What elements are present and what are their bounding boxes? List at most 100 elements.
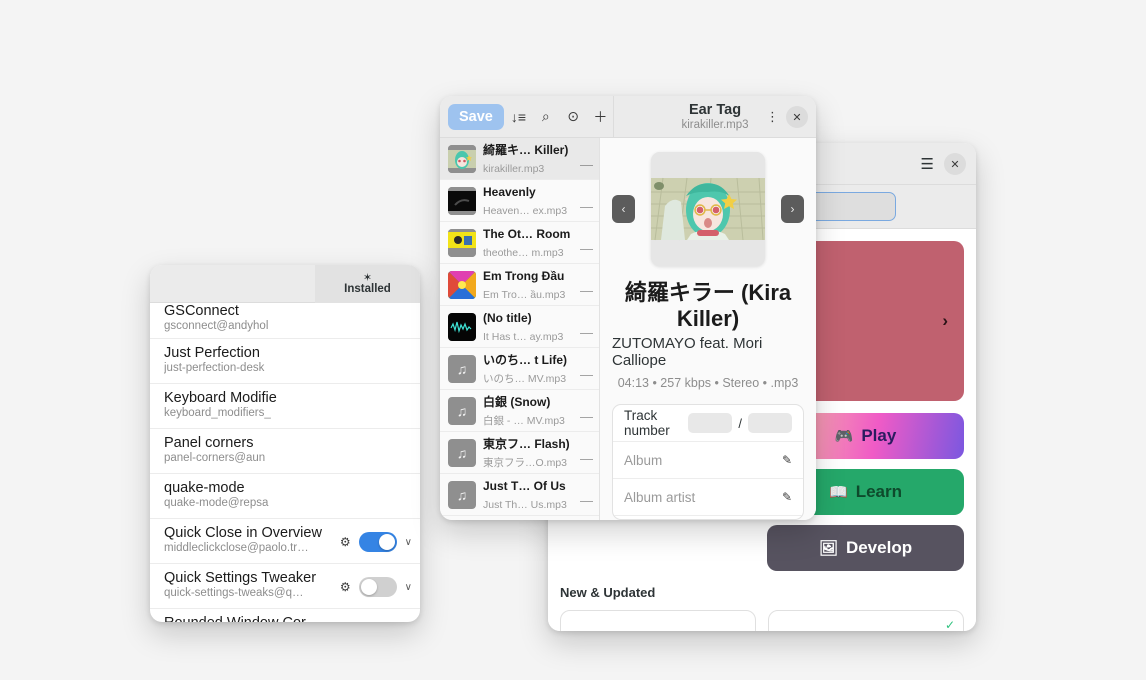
extension-controls: ⚙ ∨ xyxy=(340,577,412,597)
track-text: 綺羅キ… Killer) kirakiller.mp3 xyxy=(483,141,571,177)
track-list-item[interactable]: ♫ Just T… Of Us Just Th… Us.mp3 ＿ xyxy=(440,474,599,516)
track-list-item[interactable]: ♫ 白銀 (Snow) 白銀 - … MV.mp3 ＿ xyxy=(440,390,599,432)
close-icon[interactable]: ✕ xyxy=(944,153,966,175)
field-track-number[interactable]: Track number / xyxy=(613,405,803,442)
track-title: The Ot… Room xyxy=(483,226,571,241)
atlauncher-icon xyxy=(571,628,605,631)
extensions-list[interactable]: GSConnect gsconnect@andyhol Just Perfect… xyxy=(150,303,420,622)
field-genre[interactable]: Genre ✎ xyxy=(613,516,803,519)
search-icon[interactable]: ⌕ xyxy=(533,104,558,130)
track-filename: It Has t… ay.mp3 xyxy=(483,330,564,343)
track-list-item[interactable]: (No title) It Has t… ay.mp3 ＿ xyxy=(440,306,599,348)
music-note-icon: ♫ xyxy=(448,438,476,467)
extensions-window[interactable]: ✶ Installed GSConnect gsconnect@andyhol … xyxy=(150,265,420,622)
track-list-item[interactable]: ♫ 東京フ… Flash) 東京フラ…O.mp3 ＿ xyxy=(440,432,599,474)
gear-icon[interactable]: ⚙ xyxy=(340,535,351,549)
remove-track-icon[interactable]: ＿ xyxy=(578,275,593,294)
check-circle-icon[interactable]: ⊙ xyxy=(560,104,585,130)
extension-toggle[interactable] xyxy=(358,577,397,597)
music-note-icon: ♫ xyxy=(448,480,476,509)
extension-name: quake-mode xyxy=(164,480,245,496)
track-list[interactable]: 綺羅キ… Killer) kirakiller.mp3 ＿ Heavenly H… xyxy=(440,138,600,520)
eartag-header-buttons: ⋮ ✕ xyxy=(766,96,808,138)
remove-track-icon[interactable]: ＿ xyxy=(578,149,593,168)
app-card-grid: ATLauncher Adwaita Demo ✓ xyxy=(560,610,964,631)
extension-toggle[interactable] xyxy=(358,532,397,552)
chevron-down-icon[interactable]: ∨ xyxy=(405,582,412,593)
app-card-adwaita-demo[interactable]: Adwaita Demo ✓ xyxy=(768,610,964,631)
track-title: 綺羅キ… Killer) xyxy=(483,142,569,157)
hamburger-menu-icon[interactable]: ☰ xyxy=(921,155,934,173)
remove-track-icon[interactable]: ＿ xyxy=(578,191,593,210)
list-item[interactable]: quake-mode quake-mode@repsa xyxy=(150,474,420,519)
eartag-body: 綺羅キ… Killer) kirakiller.mp3 ＿ Heavenly H… xyxy=(440,138,816,520)
toggle-knob xyxy=(360,579,377,595)
pencil-icon[interactable]: ✎ xyxy=(782,490,792,504)
track-list-item[interactable]: The Ot… Room theothe… m.mp3 ＿ xyxy=(440,222,599,264)
remove-track-icon[interactable]: ＿ xyxy=(578,233,593,252)
category-develop[interactable]: 🖼 Develop xyxy=(767,525,964,571)
category-label: Develop xyxy=(845,538,913,557)
separator: / xyxy=(738,415,742,431)
close-icon[interactable]: ✕ xyxy=(786,106,808,128)
song-artist: ZUTOMAYO feat. Mori Calliope xyxy=(612,335,763,369)
extension-id: keyboard_modifiers_ xyxy=(164,407,271,419)
app-card-atlauncher[interactable]: ATLauncher xyxy=(560,610,756,631)
save-button[interactable]: Save xyxy=(448,103,504,130)
remove-track-icon[interactable]: ＿ xyxy=(578,317,593,336)
track-total-input[interactable] xyxy=(748,413,792,433)
track-list-item[interactable]: Em Trong Đầu Em Tro… ầu.mp3 ＿ xyxy=(440,264,599,306)
extension-id: panel-corners@aun xyxy=(164,452,266,464)
track-text: Heavenly Heaven… ex.mp3 xyxy=(483,183,571,219)
eartag-toolbar: Save ↓≡ ⌕ ⊙ ＋ xyxy=(440,96,614,137)
field-album[interactable]: Album ✎ xyxy=(613,442,803,479)
track-list-item[interactable]: ♫ いのち… t Life) いのち… MV.mp3 ＿ xyxy=(440,348,599,390)
chevron-right-icon[interactable]: › xyxy=(781,195,804,223)
album-thumbnail xyxy=(448,144,476,173)
track-text: (No title) It Has t… ay.mp3 xyxy=(483,309,571,345)
track-filename: 東京フラ…O.mp3 xyxy=(483,456,568,469)
extension-id: quake-mode@repsa xyxy=(164,497,269,509)
page-subtitle: kirakiller.mp3 xyxy=(681,118,749,131)
metadata-fields: Track number / Album ✎ Album artist ✎ xyxy=(612,404,804,520)
chevron-down-icon[interactable]: ∨ xyxy=(405,537,412,548)
chevron-left-icon[interactable]: ‹ xyxy=(612,195,635,223)
list-item[interactable]: Quick Close in Overview middleclickclose… xyxy=(150,519,420,564)
pencil-icon[interactable]: ✎ xyxy=(782,453,792,467)
vertical-dots-icon[interactable]: ⋮ xyxy=(766,109,779,125)
field-album-artist[interactable]: Album artist ✎ xyxy=(613,479,803,516)
list-item[interactable]: Just Perfection just-perfection-desk xyxy=(150,339,420,384)
gamepad-icon: 🎮 xyxy=(834,428,854,445)
remove-track-icon[interactable]: ＿ xyxy=(578,485,593,504)
album-cover[interactable] xyxy=(651,152,765,266)
terminal-icon: 🖼 xyxy=(818,540,838,557)
track-list-item[interactable]: Heavenly Heaven… ex.mp3 ＿ xyxy=(440,180,599,222)
remove-track-icon[interactable]: ＿ xyxy=(578,401,593,420)
plus-icon[interactable]: ＋ xyxy=(588,104,613,130)
gear-icon[interactable]: ⚙ xyxy=(340,580,351,594)
extension-name: Panel corners xyxy=(164,435,254,451)
note-glyph: ♫ xyxy=(456,486,468,503)
extensions-headerbar: ✶ Installed xyxy=(150,265,420,303)
eartag-title-area: Ear Tag kirakiller.mp3 ⋮ ✕ xyxy=(614,96,816,137)
list-item[interactable]: Quick Settings Tweaker quick-settings-tw… xyxy=(150,564,420,609)
track-filename: Em Tro… ầu.mp3 xyxy=(483,288,566,301)
track-text: いのち… t Life) いのち… MV.mp3 xyxy=(483,351,571,387)
track-number-input[interactable] xyxy=(688,413,733,433)
list-item[interactable]: Rounded Window Cor… ⚙ ∨ xyxy=(150,609,420,622)
list-item[interactable]: Keyboard Modifie keyboard_modifiers_ xyxy=(150,384,420,429)
remove-track-icon[interactable]: ＿ xyxy=(578,443,593,462)
sort-descending-icon[interactable]: ↓≡ xyxy=(506,104,531,130)
album-thumbnail xyxy=(448,186,476,215)
track-filename: いのち… MV.mp3 xyxy=(483,372,567,385)
remove-track-icon[interactable]: ＿ xyxy=(578,359,593,378)
music-note-icon: ♫ xyxy=(448,354,476,383)
eartag-window[interactable]: Save ↓≡ ⌕ ⊙ ＋ Ear Tag kirakiller.mp3 ⋮ ✕ xyxy=(440,96,816,520)
track-list-item[interactable]: 綺羅キ… Killer) kirakiller.mp3 ＿ xyxy=(440,138,599,180)
list-item[interactable]: Panel corners panel-corners@aun xyxy=(150,429,420,474)
extension-name: Rounded Window Cor… xyxy=(164,615,406,622)
tab-installed[interactable]: ✶ Installed xyxy=(315,265,420,303)
list-item[interactable]: GSConnect gsconnect@andyhol xyxy=(150,303,420,339)
track-title: Just T… Of Us xyxy=(483,478,566,493)
chevron-right-icon[interactable]: › xyxy=(942,311,948,331)
